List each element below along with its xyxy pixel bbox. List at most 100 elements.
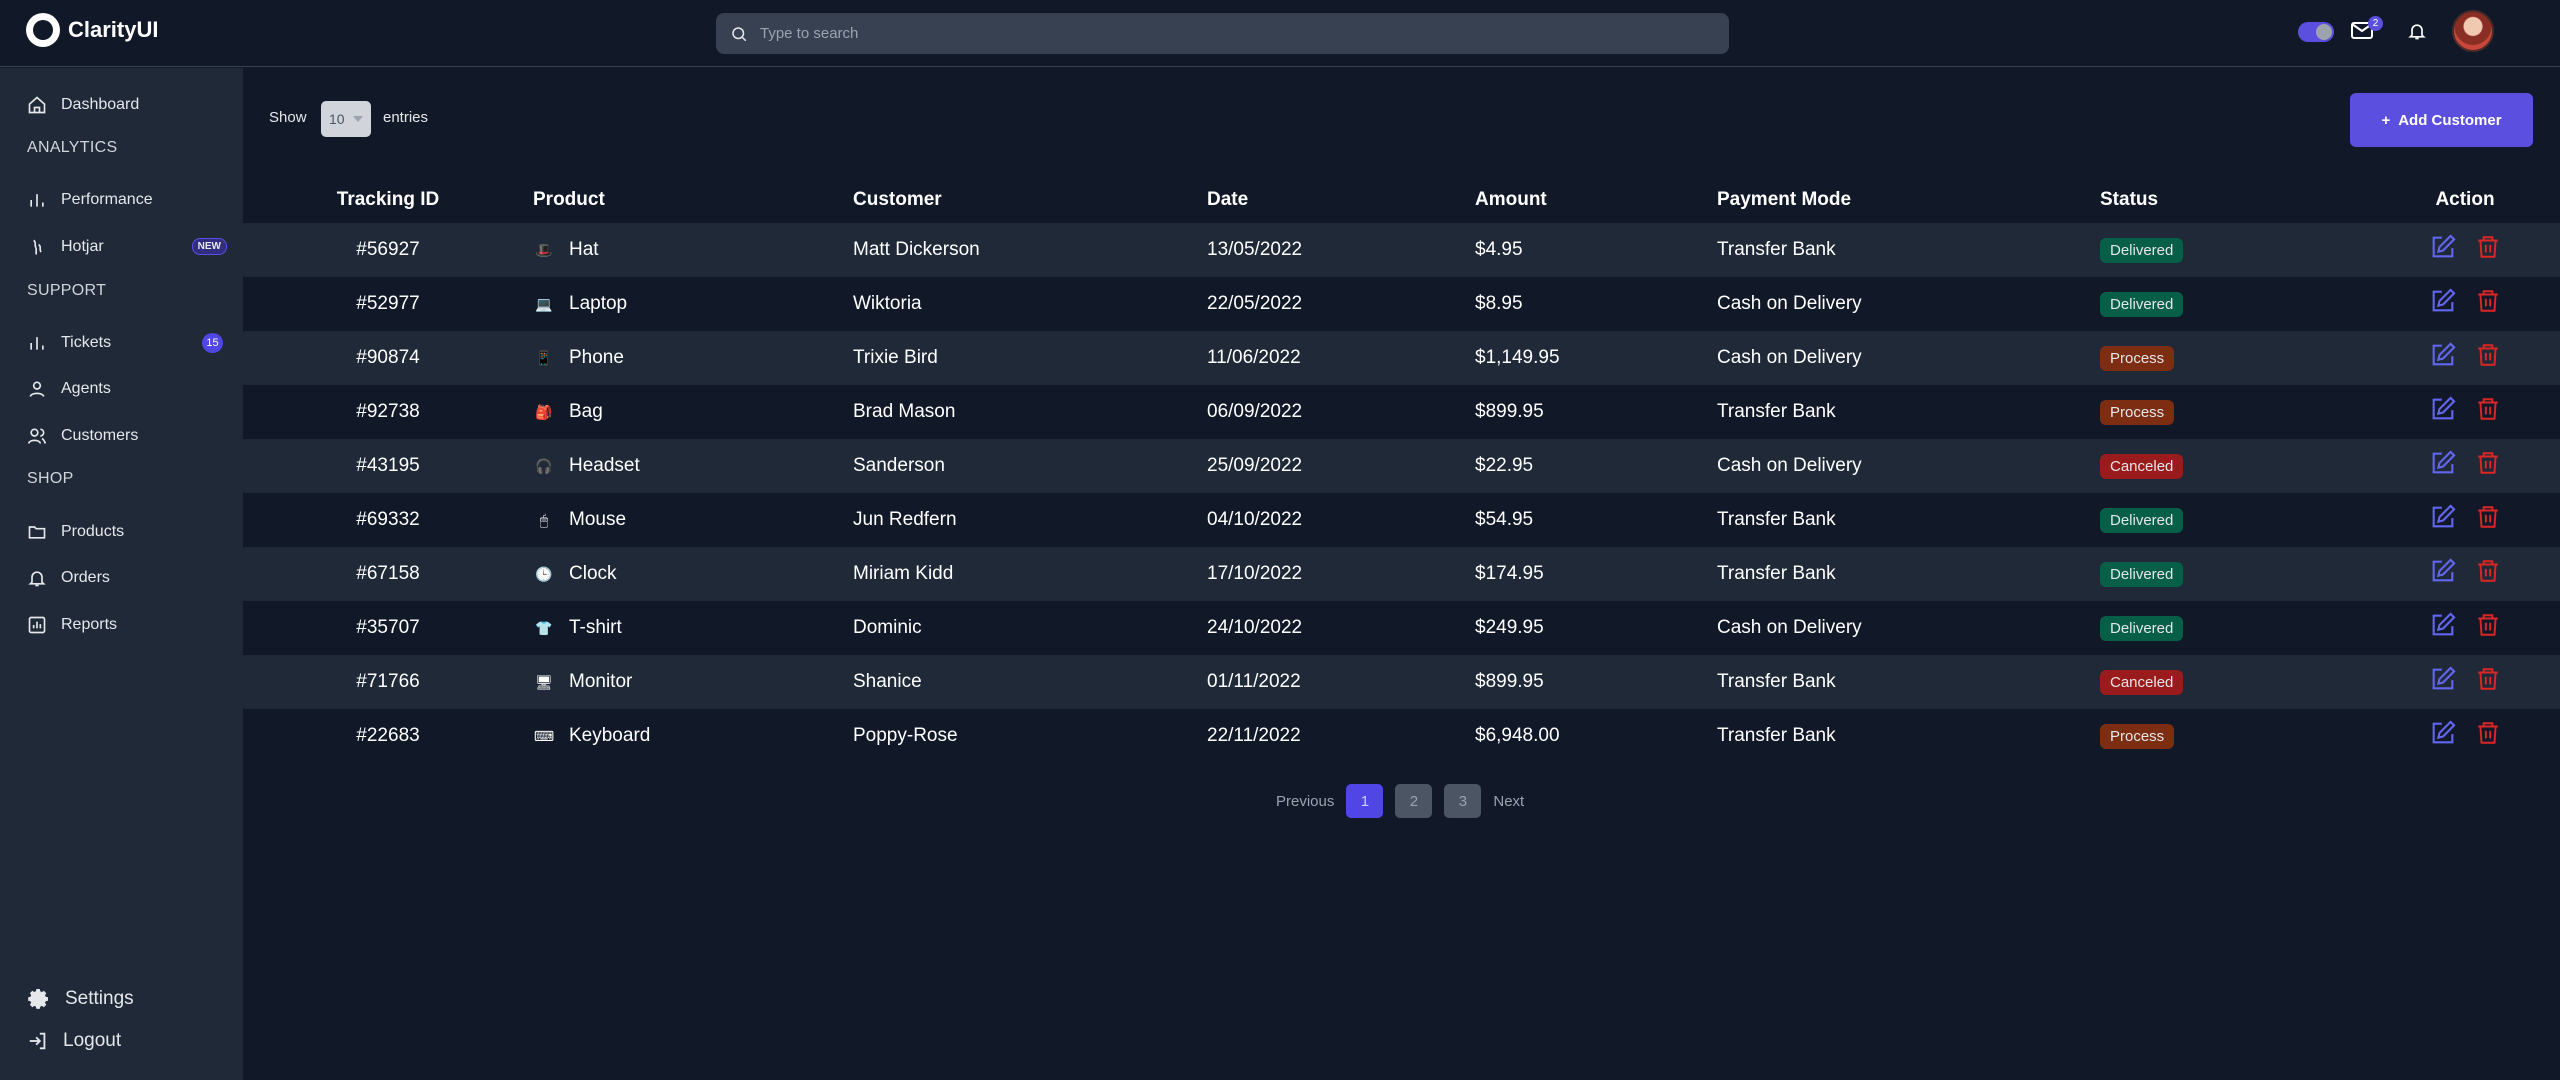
app-name: ClarityUI xyxy=(68,17,159,42)
amount-cell: $4.95 xyxy=(1475,239,1523,260)
next-page-link[interactable]: Next xyxy=(1493,793,1524,810)
payment-mode-cell: Transfer Bank xyxy=(1717,239,1836,260)
search-input[interactable] xyxy=(760,25,1660,42)
payment-mode-cell: Transfer Bank xyxy=(1717,563,1836,584)
theme-toggle[interactable] xyxy=(2298,22,2334,42)
header-payment-mode[interactable]: Payment Mode xyxy=(1717,177,2100,223)
tracking-id-cell: #92738 xyxy=(356,401,420,422)
entries-select[interactable]: 10 xyxy=(321,101,371,137)
bell-icon xyxy=(28,571,46,587)
trash-icon[interactable] xyxy=(2475,449,2501,483)
edit-icon[interactable] xyxy=(2429,611,2457,645)
status-cell: Delivered xyxy=(2100,277,2370,331)
page-button-1[interactable]: 1 xyxy=(1346,784,1384,818)
tracking-id-cell: #35707 xyxy=(356,617,420,638)
page-button-3[interactable]: 3 xyxy=(1444,784,1482,818)
sidebar-item-performance[interactable]: Performance xyxy=(27,187,227,213)
customer-cell: Matt Dickerson xyxy=(853,239,980,260)
status-cell: Process xyxy=(2100,385,2370,439)
tracking-id-cell: #56927 xyxy=(356,239,420,260)
amount-cell: $22.95 xyxy=(1475,455,1534,476)
status-badge: Delivered xyxy=(2100,291,2184,317)
sidebar-item-products[interactable]: Products xyxy=(27,519,227,545)
trash-icon[interactable] xyxy=(2475,665,2501,699)
amount-cell: $899.95 xyxy=(1475,401,1544,422)
trash-icon[interactable] xyxy=(2475,395,2501,429)
monitor-icon: 🖥 xyxy=(535,673,553,690)
add-customer-label: Add Customer xyxy=(2398,111,2502,129)
mail-button[interactable]: 2 xyxy=(2350,16,2383,46)
edit-icon[interactable] xyxy=(2429,449,2457,483)
date-cell: 11/06/2022 xyxy=(1207,347,1301,368)
table-row: #35707 👕 T-shirt Dominic 24/10/2022 $249… xyxy=(243,601,2560,655)
action-cell xyxy=(2370,277,2560,331)
sidebar-item-orders[interactable]: Orders xyxy=(27,565,227,591)
sidebar-item-hotjar[interactable]: Hotjar NEW xyxy=(27,234,227,260)
sidebar-item-tickets[interactable]: Tickets 15 xyxy=(27,330,227,356)
edit-icon[interactable] xyxy=(2429,233,2457,267)
edit-icon[interactable] xyxy=(2429,557,2457,591)
edit-icon[interactable] xyxy=(2429,665,2457,699)
add-customer-button[interactable]: + Add Customer xyxy=(2350,93,2533,147)
report-icon xyxy=(28,616,46,634)
sidebar-item-reports[interactable]: Reports xyxy=(27,612,227,638)
edit-icon[interactable] xyxy=(2429,719,2457,753)
app-logo[interactable]: ClarityUI xyxy=(26,13,158,47)
table-row: #92738 🎒 Bag Brad Mason 06/09/2022 $899.… xyxy=(243,385,2560,439)
sidebar-item-logout[interactable]: Logout xyxy=(27,1028,227,1054)
header-customer[interactable]: Customer xyxy=(853,177,1207,223)
trash-icon[interactable] xyxy=(2475,233,2501,267)
previous-page-link[interactable]: Previous xyxy=(1276,793,1334,810)
trash-icon[interactable] xyxy=(2475,719,2501,753)
table-header-row: Tracking ID Product Customer Date Amount… xyxy=(243,177,2560,223)
section-label-analytics: ANALYTICS xyxy=(27,139,118,156)
status-cell: Process xyxy=(2100,709,2370,763)
search-bar[interactable] xyxy=(716,13,1729,54)
edit-icon[interactable] xyxy=(2429,395,2457,429)
product-cell: 📱 Phone xyxy=(533,331,853,385)
amount-cell: $54.95 xyxy=(1475,509,1534,530)
edit-icon[interactable] xyxy=(2429,287,2457,321)
trash-icon[interactable] xyxy=(2475,557,2501,591)
amount-cell: $1,149.95 xyxy=(1475,347,1560,368)
product-cell: 🎧 Headset xyxy=(533,439,853,493)
product-name: Phone xyxy=(569,347,624,368)
action-cell xyxy=(2370,655,2560,709)
customer-cell: Miriam Kidd xyxy=(853,563,954,584)
amount-cell: $249.95 xyxy=(1475,617,1544,638)
edit-icon[interactable] xyxy=(2429,341,2457,375)
page-button-2[interactable]: 2 xyxy=(1395,784,1433,818)
status-cell: Canceled xyxy=(2100,439,2370,493)
header-tracking-id[interactable]: Tracking ID xyxy=(243,177,533,223)
trash-icon[interactable] xyxy=(2475,341,2501,375)
customer-cell: Brad Mason xyxy=(853,401,956,422)
header-amount[interactable]: Amount xyxy=(1475,177,1717,223)
plus-icon: + xyxy=(2381,111,2391,129)
sidebar-item-settings[interactable]: Settings xyxy=(27,986,227,1012)
action-cell xyxy=(2370,601,2560,655)
date-cell: 04/10/2022 xyxy=(1207,509,1303,530)
sidebar-item-agents[interactable]: Agents xyxy=(27,376,227,402)
trash-icon[interactable] xyxy=(2475,611,2501,645)
sidebar-item-label: Customers xyxy=(61,427,139,444)
status-badge: Delivered xyxy=(2100,615,2184,641)
sidebar-item-label: Products xyxy=(61,523,125,540)
status-cell: Delivered xyxy=(2100,547,2370,601)
header-date[interactable]: Date xyxy=(1207,177,1475,223)
trash-icon[interactable] xyxy=(2475,287,2501,321)
sidebar-item-customers[interactable]: Customers xyxy=(27,423,227,449)
header-status[interactable]: Status xyxy=(2100,177,2370,223)
edit-icon[interactable] xyxy=(2429,503,2457,537)
search-icon xyxy=(732,26,747,41)
trash-icon[interactable] xyxy=(2475,503,2501,537)
table-row: #56927 🎩 Hat Matt Dickerson 13/05/2022 $… xyxy=(243,223,2560,277)
sidebar-item-dashboard[interactable]: Dashboard xyxy=(27,92,227,118)
date-cell: 25/09/2022 xyxy=(1207,455,1303,476)
status-badge: Process xyxy=(2100,345,2175,371)
mouse-icon: 🖱 xyxy=(539,511,549,528)
gear-icon xyxy=(28,989,48,1009)
header-product[interactable]: Product xyxy=(533,177,853,223)
status-cell: Canceled xyxy=(2100,655,2370,709)
notifications-button[interactable] xyxy=(2407,20,2427,47)
user-avatar[interactable] xyxy=(2452,10,2494,52)
